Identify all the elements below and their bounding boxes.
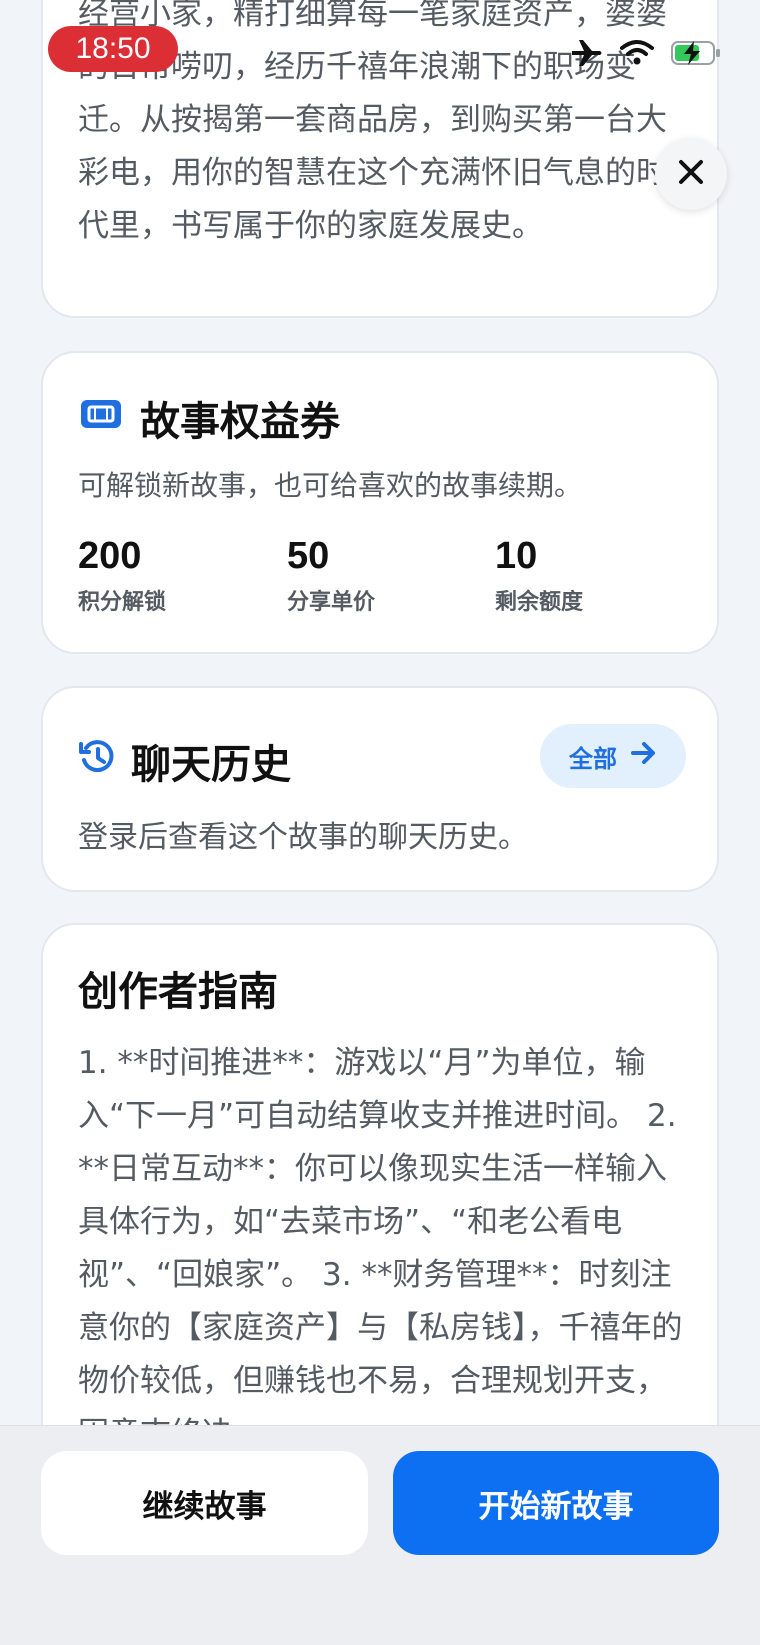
stat-label: 积分解锁	[78, 590, 167, 615]
stat-value: 50	[287, 535, 330, 577]
arrow-right-icon	[631, 742, 657, 770]
voucher-title: 故事权益券	[140, 399, 340, 445]
wifi-icon	[620, 39, 654, 71]
status-time: 18:50	[48, 26, 178, 72]
chat-history-description: 登录后查看这个故事的聊天历史。	[78, 820, 528, 855]
ticket-icon	[80, 397, 122, 435]
airplane-icon	[570, 38, 604, 72]
stat-value: 10	[495, 535, 538, 577]
creator-guide-card: 创作者指南 1. **时间推进**：游戏以“月”为单位，输入“下一月”可自动结算…	[41, 923, 719, 1483]
stat-remaining-quota: 10 剩余额度	[495, 535, 583, 616]
battery-charging-icon	[670, 39, 722, 71]
creator-guide-text: 1. **时间推进**：游戏以“月”为单位，输入“下一月”可自动结算收支并推进时…	[78, 1045, 683, 1452]
stat-points-unlock: 200 积分解锁	[78, 535, 166, 616]
creator-guide-title: 创作者指南	[78, 969, 278, 1015]
close-icon	[677, 158, 705, 190]
bottom-action-bar: 继续故事 开始新故事	[0, 1425, 760, 1645]
stat-label: 剩余额度	[495, 590, 584, 615]
story-voucher-card: 故事权益券 可解锁新故事，也可给喜欢的故事续期。 200 积分解锁 50 分享单…	[41, 351, 719, 654]
voucher-description: 可解锁新故事，也可给喜欢的故事续期。	[78, 469, 583, 502]
chat-history-card: 聊天历史 全部 登录后查看这个故事的聊天历史。	[41, 686, 719, 892]
history-icon	[78, 738, 116, 780]
close-button[interactable]	[655, 138, 727, 210]
view-all-history-button[interactable]: 全部	[540, 724, 686, 788]
continue-story-button[interactable]: 继续故事	[41, 1451, 368, 1555]
new-story-button[interactable]: 开始新故事	[393, 1451, 719, 1555]
chat-history-title: 聊天历史	[131, 742, 291, 788]
status-icons	[570, 38, 722, 72]
view-all-label: 全部	[569, 744, 617, 773]
stat-share-price: 50 分享单价	[287, 535, 375, 616]
stat-label: 分享单价	[287, 590, 376, 615]
stat-value: 200	[78, 535, 142, 577]
